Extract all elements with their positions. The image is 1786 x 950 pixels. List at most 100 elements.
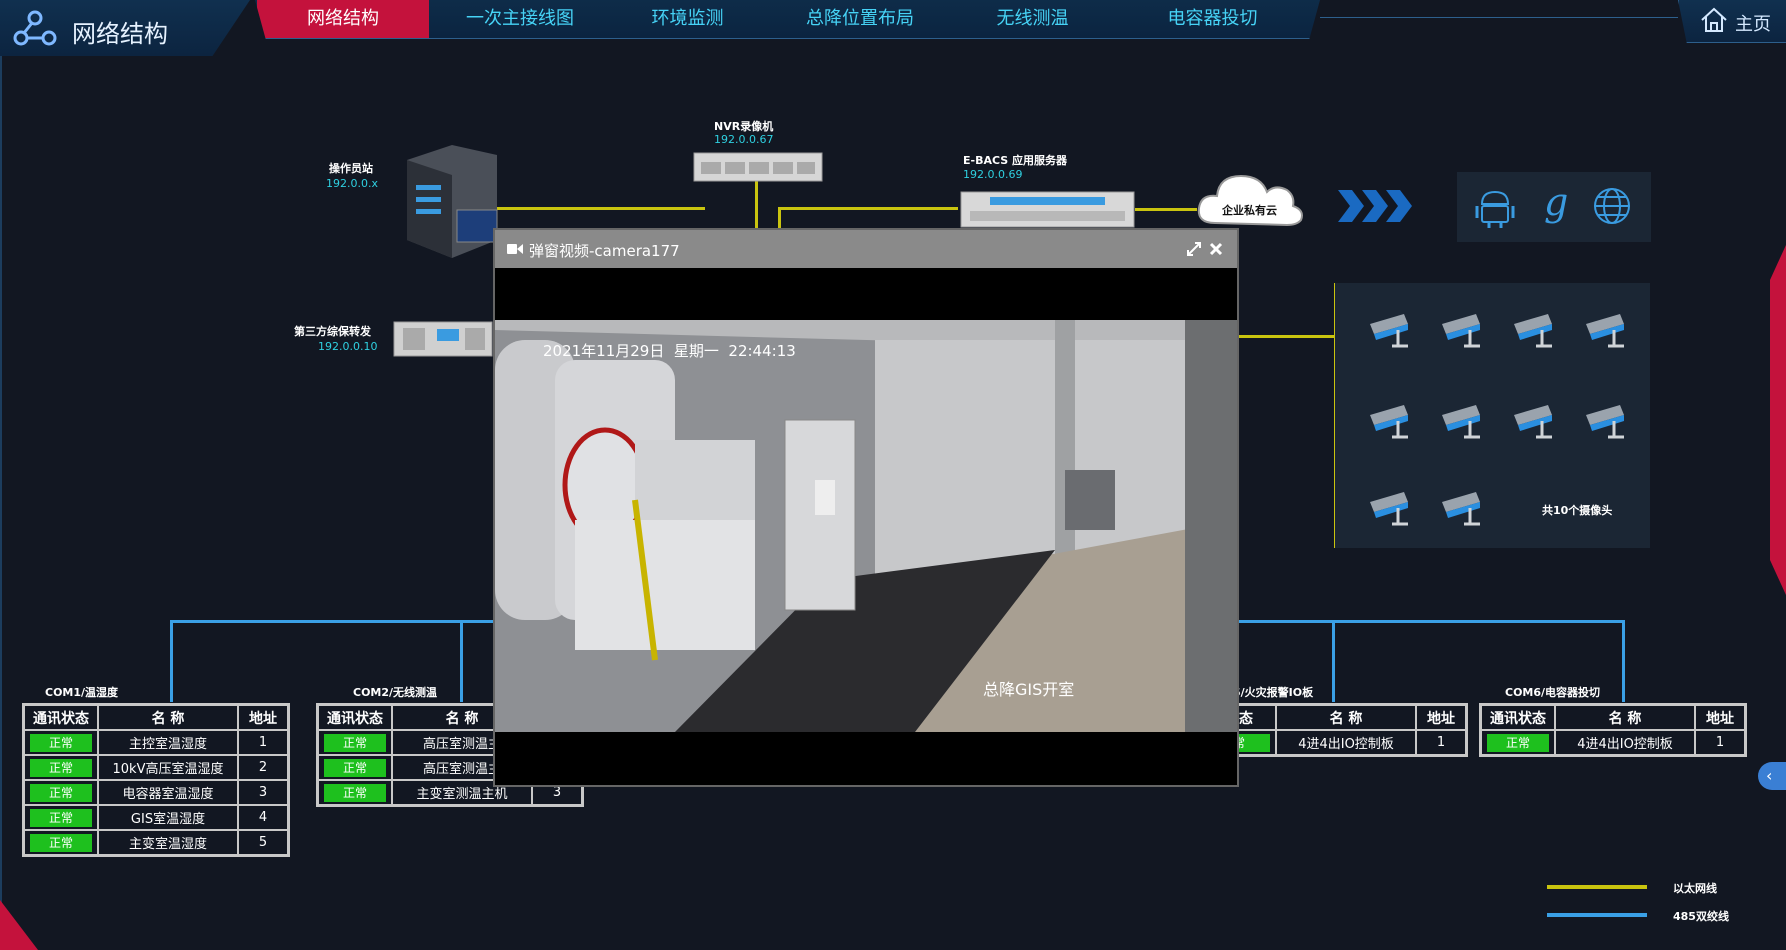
video-modal[interactable]: 弹窗视频-camera177 2021年11月29日 星期一 22:44:13 …	[493, 228, 1239, 787]
security-camera-icon[interactable]	[1440, 312, 1486, 352]
video-frame[interactable]: 2021年11月29日 星期一 22:44:13 总降GIS开室	[495, 320, 1237, 732]
ethernet-wire	[755, 180, 758, 228]
device-name: 电容器室温湿度	[97, 779, 239, 806]
app-server-icon[interactable]	[960, 191, 1135, 228]
com1-table: 通讯状态 名 称 地址 正常 主控室温湿度 1 正常 10kV高压室温湿度 2 …	[22, 703, 290, 857]
device-name: 主变室温湿度	[97, 829, 239, 857]
legend-rs485-label: 485双绞线	[1673, 910, 1729, 923]
table-row[interactable]: 正常 电容器室温湿度 3	[22, 779, 290, 806]
tab-layout[interactable]: 总降位置布局	[770, 0, 950, 38]
video-scene-image	[495, 320, 1237, 732]
header-status: 通讯状态	[316, 703, 393, 731]
chevron-left-icon[interactable]: ‹	[1766, 766, 1772, 785]
video-osd-time: 2021年11月29日 星期一 22:44:13	[543, 342, 796, 360]
security-camera-icon[interactable]	[1368, 403, 1414, 443]
security-camera-icon[interactable]	[1584, 312, 1630, 352]
com1-title: COM1/温湿度	[45, 686, 119, 699]
rs485-wire	[460, 620, 463, 702]
com6-table: 通讯状态 名 称 地址 正常 4进4出IO控制板 1	[1479, 703, 1747, 757]
header-name: 名 称	[97, 703, 239, 731]
ethernet-wire	[778, 207, 958, 210]
device-addr: 1	[237, 729, 290, 756]
header-name: 名 称	[1275, 703, 1417, 731]
status-badge: 正常	[30, 783, 92, 802]
security-camera-icon[interactable]	[1512, 312, 1558, 352]
operator-station-label: 操作员站	[329, 162, 373, 175]
tab-network[interactable]: 网络结构	[257, 0, 429, 38]
device-addr: 4	[237, 804, 290, 831]
legend-ethernet-label: 以太网线	[1673, 882, 1717, 895]
status-badge: 正常	[30, 758, 92, 777]
security-camera-icon[interactable]	[1440, 403, 1486, 443]
tab-environment[interactable]: 环境监测	[605, 0, 770, 38]
video-osd-location: 总降GIS开室	[983, 680, 1075, 699]
rs485-wire	[170, 620, 173, 702]
device-addr: 3	[237, 779, 290, 806]
nvr-label: NVR录像机	[714, 120, 774, 133]
security-camera-icon[interactable]	[1440, 490, 1486, 530]
nvr-device-icon[interactable]	[693, 152, 823, 182]
rs485-wire	[1235, 620, 1625, 623]
video-camera-icon	[507, 244, 523, 254]
close-icon[interactable]	[1209, 242, 1223, 256]
status-badge: 正常	[324, 783, 386, 802]
tab-capacitor[interactable]: 电容器投切	[1115, 0, 1310, 38]
ebacs-label: E-BACS 应用服务器	[963, 154, 1068, 167]
frame-top-line	[1320, 17, 1678, 18]
com2-title: COM2/无线测温	[353, 686, 438, 699]
modal-title: 弹窗视频-camera177	[529, 242, 680, 260]
tab-main-wiring[interactable]: 一次主接线图	[435, 0, 605, 38]
ebacs-ip: 192.0.0.69	[963, 168, 1023, 181]
thirdparty-label: 第三方综保转发	[294, 325, 371, 338]
status-badge: 正常	[1487, 733, 1549, 752]
side-toggle-button[interactable]: ‹	[1758, 762, 1786, 790]
expand-icon[interactable]	[1187, 242, 1201, 256]
side-accent	[1770, 245, 1786, 595]
server-tower-icon[interactable]	[402, 140, 502, 260]
header-addr: 地址	[1694, 703, 1747, 731]
ethernet-wire	[495, 207, 705, 210]
device-name: GIS室温湿度	[97, 804, 239, 831]
security-camera-icon[interactable]	[1584, 403, 1630, 443]
status-badge: 正常	[30, 833, 92, 852]
forward-arrows-icon	[1338, 190, 1412, 222]
header-addr: 地址	[1415, 703, 1468, 731]
operator-station-ip: 192.0.0.x	[326, 177, 378, 190]
home-icon[interactable]	[1700, 7, 1728, 33]
header-status: 通讯状态	[22, 703, 99, 731]
device-name: 4进4出IO控制板	[1275, 729, 1417, 757]
home-label[interactable]: 主页	[1735, 10, 1771, 36]
device-name: 主控室温湿度	[97, 729, 239, 756]
security-camera-icon[interactable]	[1512, 403, 1558, 443]
status-badge: 正常	[30, 733, 92, 752]
device-name: 10kV高压室温湿度	[97, 754, 239, 781]
rs485-wire	[1332, 620, 1335, 702]
table-row[interactable]: 正常 10kV高压室温湿度 2	[22, 754, 290, 781]
tab-wireless-temp[interactable]: 无线测温	[950, 0, 1115, 38]
table-row[interactable]: 常 4进4出IO控制板 1	[1200, 729, 1468, 757]
table-row[interactable]: 正常 主变室温湿度 5	[22, 829, 290, 857]
com5-table: 状态 名 称 地址 常 4进4出IO控制板 1	[1200, 703, 1468, 757]
security-camera-icon[interactable]	[1368, 490, 1414, 530]
device-addr: 1	[1694, 729, 1747, 757]
thirdparty-ip: 192.0.0.10	[318, 340, 378, 353]
device-name: 4进4出IO控制板	[1554, 729, 1696, 757]
main-nav: 网络结构 一次主接线图 环境监测 总降位置布局 无线测温 电容器投切	[255, 0, 1320, 39]
com5-title: 5/火灾报警IO板	[1233, 686, 1314, 699]
table-row[interactable]: 正常 主控室温湿度 1	[22, 729, 290, 756]
ethernet-wire	[778, 207, 781, 228]
globe-icon	[1594, 188, 1630, 224]
status-badge: 正常	[30, 808, 92, 827]
security-camera-icon[interactable]	[1368, 312, 1414, 352]
com6-title: COM6/电容器投切	[1505, 686, 1601, 699]
table-row[interactable]: 正常 GIS室温湿度 4	[22, 804, 290, 831]
device-addr: 1	[1415, 729, 1468, 757]
protection-device-icon[interactable]	[393, 321, 493, 357]
legend-ethernet-swatch	[1547, 885, 1647, 889]
table-row[interactable]: 正常 4进4出IO控制板 1	[1479, 729, 1747, 757]
cloud-icon[interactable]	[1195, 168, 1307, 230]
android-icon	[1475, 190, 1515, 228]
device-addr: 5	[237, 829, 290, 857]
nvr-ip: 192.0.0.67	[714, 133, 774, 146]
device-addr: 2	[237, 754, 290, 781]
